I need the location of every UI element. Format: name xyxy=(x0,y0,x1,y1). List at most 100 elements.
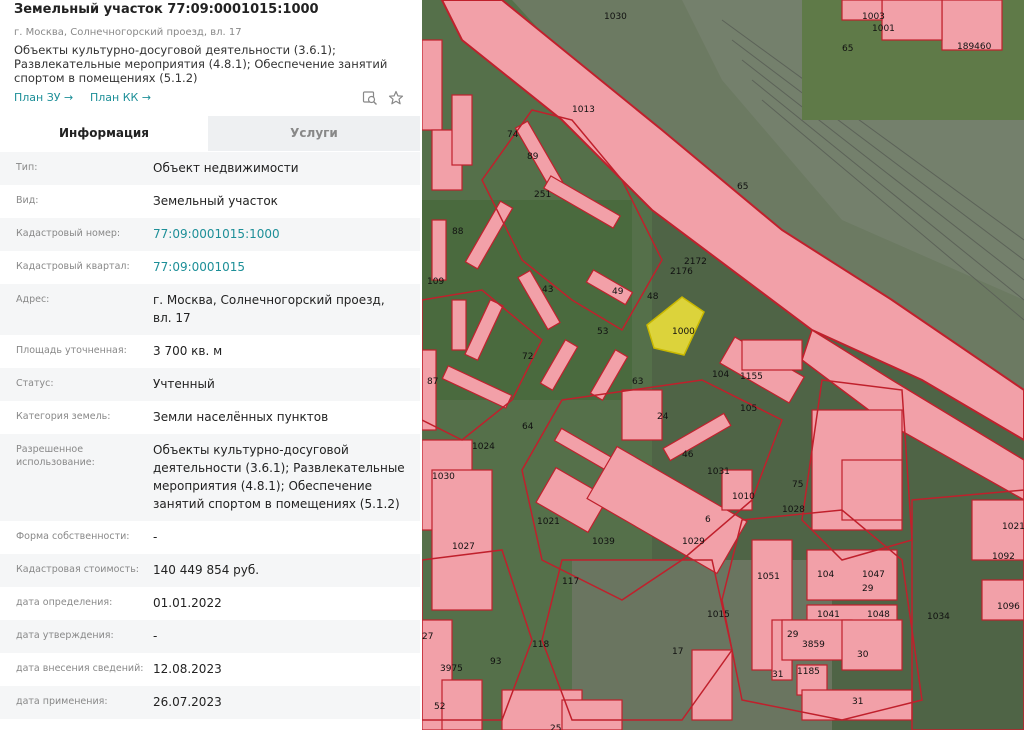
parcel-number-label: 24 xyxy=(657,412,669,422)
info-row-value: г. Москва, Солнечногорский проезд, вл. 17 xyxy=(153,291,411,327)
parcel-number-label: 1013 xyxy=(572,105,595,115)
info-panel: Земельный участок 77:09:0001015:1000 г. … xyxy=(0,0,422,730)
parcel-number-label: 6 xyxy=(705,515,711,525)
parcel-number-label: 1010 xyxy=(732,492,755,502)
info-row-value-line: 77:09:0001015 xyxy=(153,260,246,274)
parcel-number-label: 1092 xyxy=(992,552,1015,562)
info-row-value[interactable]: 77:09:0001015 xyxy=(153,258,411,276)
parcel-number-label: 72 xyxy=(522,352,533,362)
parcel-number-label: 1030 xyxy=(432,472,455,482)
parcel-number-label: 64 xyxy=(522,422,534,432)
parcel-number-label: 104 xyxy=(817,570,834,580)
info-row-value: 26.07.2023 xyxy=(153,693,411,711)
info-row-value: Объект недвижимости xyxy=(153,159,411,177)
info-row-value[interactable]: 77:09:0001015:1000 xyxy=(153,225,411,243)
parcel-number-label: 52 xyxy=(434,702,445,712)
plan-kk-link[interactable]: План КК → xyxy=(90,91,151,104)
parcel-number-label: 1051 xyxy=(757,572,780,582)
parcel-number-label: 109 xyxy=(427,277,444,287)
info-row: Кадастровый квартал: 77:09:0001015 xyxy=(0,251,420,284)
parcel-number-label: 1015 xyxy=(707,610,730,620)
description-line: спортом в помещениях (5.1.2) xyxy=(14,71,198,85)
parcel-number-label: 75 xyxy=(792,480,803,490)
info-row-label: дата применения: xyxy=(16,696,108,707)
info-row-value-line: 12.08.2023 xyxy=(153,662,222,676)
info-row-label: Форма собственности: xyxy=(16,531,130,542)
parcel-number-label: 63 xyxy=(632,377,643,387)
info-row-value-line: 77:09:0001015:1000 xyxy=(153,227,280,241)
parcel-number-label: 1024 xyxy=(472,442,495,452)
info-row-label: Тип: xyxy=(16,162,38,173)
info-row: Кадастровый номер: 77:09:0001015:1000 xyxy=(0,218,420,251)
parcel-number-label: 1096 xyxy=(997,602,1020,612)
parcel-number-label: 3975 xyxy=(440,664,463,674)
parcel-description: Объекты культурно-досуговой деятельности… xyxy=(14,43,394,85)
tab-info[interactable]: Информация xyxy=(0,116,208,151)
parcel-number-label: 2172 xyxy=(684,257,707,267)
info-row-value: 12.08.2023 xyxy=(153,660,411,678)
parcel-number-label: 29 xyxy=(862,584,874,594)
info-row-value-line: - xyxy=(153,629,158,643)
parcel-number-label: 1155 xyxy=(740,372,763,382)
parcel-number-label: 1047 xyxy=(862,570,885,580)
parcel-number-label: 1003 xyxy=(862,12,885,22)
parcel-number-label: 17 xyxy=(672,647,683,657)
info-row-label: Статус: xyxy=(16,378,54,389)
tab-bar: Информация Услуги xyxy=(0,116,420,151)
info-row: Форма собственности: - xyxy=(0,521,420,554)
parcel-number-label: 74 xyxy=(507,130,519,140)
search-map-icon[interactable] xyxy=(362,90,378,106)
info-row-value: Земельный участок xyxy=(153,192,411,210)
tab-services[interactable]: Услуги xyxy=(208,116,420,151)
info-row-value: 01.01.2022 xyxy=(153,594,411,612)
parcel-number-label: 53 xyxy=(597,327,608,337)
info-row-value-line: 140 449 854 руб. xyxy=(153,563,260,577)
info-row-label: Адрес: xyxy=(16,294,50,305)
parcel-number-label: 1039 xyxy=(592,537,615,547)
info-row-value: - xyxy=(153,528,411,546)
info-row-value: 140 449 854 руб. xyxy=(153,561,411,579)
info-row-value-line: вл. 17 xyxy=(153,311,191,325)
parcel-number-label: 27 xyxy=(422,632,433,642)
info-row-label: Категория земель: xyxy=(16,411,111,422)
info-row-value-line: занятий спортом в помещениях (5.1.2) xyxy=(153,497,400,511)
info-row-value-line: 26.07.2023 xyxy=(153,695,222,709)
info-row: Площадь уточненная: 3 700 кв. м xyxy=(0,335,420,368)
info-row: Тип: Объект недвижимости xyxy=(0,152,420,185)
parcel-number-label: 93 xyxy=(490,657,501,667)
info-row: дата утверждения: - xyxy=(0,620,420,653)
parcel-number-label: 87 xyxy=(427,377,438,387)
cadastral-map[interactable]: 1030 1013 74 89 251 2172 2176 65 88 49 48 43 1000 53 7… xyxy=(422,0,1024,730)
star-icon[interactable] xyxy=(388,90,404,106)
parcel-number-label: 31 xyxy=(772,670,783,680)
info-row-label: Кадастровый квартал: xyxy=(16,261,130,272)
info-row: Статус: Учтенный xyxy=(0,368,420,401)
parcel-address-small: г. Москва, Солнечногорский проезд, вл. 1… xyxy=(14,27,242,38)
parcel-number-label: 88 xyxy=(452,227,464,237)
info-row: Кадастровая стоимость: 140 449 854 руб. xyxy=(0,554,420,587)
info-row-value-line: Объект недвижимости xyxy=(153,161,299,175)
info-row-value-line: Земельный участок xyxy=(153,194,278,208)
parcel-number-label: 1001 xyxy=(872,24,895,34)
parcel-number-label: 49 xyxy=(612,287,624,297)
info-row-value-line: Земли населённых пунктов xyxy=(153,410,329,424)
info-row: дата применения: 26.07.2023 xyxy=(0,686,420,719)
info-row-label: Разрешенное использование: xyxy=(16,444,95,468)
info-row-value-line: Учтенный xyxy=(153,377,215,391)
parcel-number-label: 89 xyxy=(527,152,539,162)
info-row: дата определения: 01.01.2022 xyxy=(0,587,420,620)
info-row-value-line: - xyxy=(153,530,158,544)
parcel-number-label: 1048 xyxy=(867,610,890,620)
map-canvas[interactable]: 1030 1013 74 89 251 21722176 65 88 49 48 43 1000 53 7… xyxy=(422,0,1024,730)
parcel-number-label: 105 xyxy=(740,404,757,414)
parcel-number-label: 1000 xyxy=(672,327,695,337)
parcel-number-label: 29 xyxy=(787,630,799,640)
parcel-number-label: 1029 xyxy=(682,537,705,547)
info-row-value-line: 01.01.2022 xyxy=(153,596,222,610)
plan-zu-link[interactable]: План ЗУ → xyxy=(14,91,73,104)
info-row-value: Учтенный xyxy=(153,375,411,393)
info-row-value-line: деятельности (3.6.1); Развлекательные xyxy=(153,461,405,475)
parcel-number-label: 3859 xyxy=(802,640,825,650)
info-row-label: Кадастровый номер: xyxy=(16,228,121,239)
info-row-value: Объекты культурно-досуговой деятельности … xyxy=(153,441,411,513)
